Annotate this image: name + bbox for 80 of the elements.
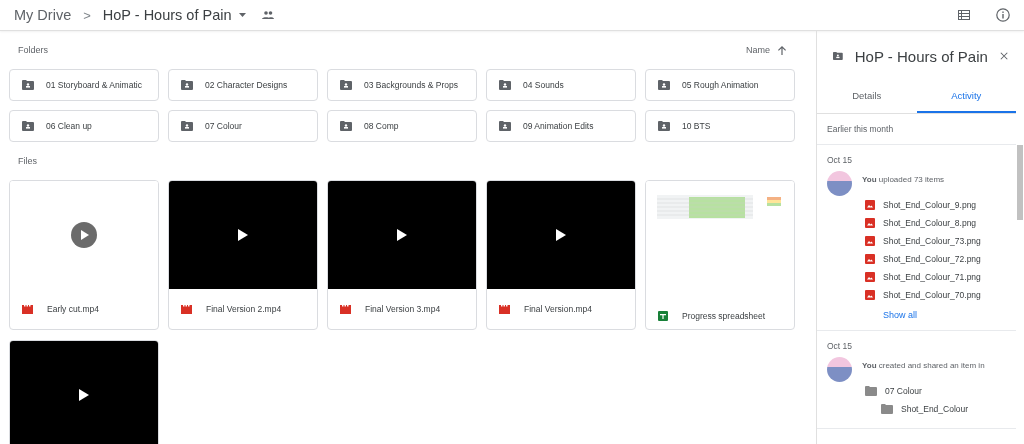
panel-tab[interactable]: Details xyxy=(817,81,917,113)
file-name: Final Version 3.mp4 xyxy=(365,304,441,314)
shared-folder-icon xyxy=(499,121,511,131)
shared-folder-icon xyxy=(658,80,670,90)
shared-folder-icon xyxy=(833,51,843,61)
shared-folder-icon xyxy=(181,121,193,131)
arrow-up-icon[interactable] xyxy=(778,45,786,55)
people-icon xyxy=(262,11,275,19)
play-icon[interactable] xyxy=(79,389,89,401)
panel-tab[interactable]: Activity xyxy=(916,81,1016,113)
video-file-icon xyxy=(499,304,510,314)
activity-text: You created and shared an item in xyxy=(862,360,985,372)
shared-folder-icon xyxy=(658,121,670,131)
folder-card[interactable]: 07 Colour xyxy=(168,110,318,142)
file-card[interactable]: Progress spreadsheet xyxy=(645,180,795,330)
file-name: Final Version.mp4 xyxy=(524,304,593,314)
file-card[interactable]: Final Version.mp4 xyxy=(486,180,636,330)
image-file-icon xyxy=(865,218,875,228)
file-card[interactable]: Final Version 3.mp4 xyxy=(327,180,477,330)
avatar xyxy=(827,357,852,382)
panel-title: HoP - Hours of Pain xyxy=(854,47,988,65)
file-name: Final Version 2.mp4 xyxy=(206,304,282,314)
sort-label[interactable]: Name xyxy=(746,45,770,55)
activity-date: Oct 15 xyxy=(827,341,854,351)
video-file-icon xyxy=(22,304,33,314)
image-file-icon xyxy=(865,272,875,282)
folder-icon xyxy=(865,386,877,396)
shared-folder-icon xyxy=(340,121,352,131)
shared-folder-icon xyxy=(22,121,34,131)
activity-item[interactable]: Shot_End_Colour xyxy=(865,400,1006,418)
image-file-icon xyxy=(865,200,875,210)
folder-card[interactable]: 08 Comp xyxy=(327,110,477,142)
activity-item[interactable]: Shot_End_Colour_72.png xyxy=(865,250,1006,268)
activity-item[interactable]: Shot_End_Colour_70.png xyxy=(865,286,1006,304)
section-title: Folders xyxy=(18,45,48,55)
video-file-icon xyxy=(340,304,351,314)
activity-text: You uploaded 73 items xyxy=(862,174,945,186)
file-name: Early cut.mp4 xyxy=(47,304,99,314)
video-file-icon xyxy=(181,304,192,314)
image-file-icon xyxy=(865,236,875,246)
image-file-icon xyxy=(865,290,875,300)
activity-item[interactable]: Shot_End_Colour_9.png xyxy=(865,196,1006,214)
activity-item[interactable]: Shot_End_Colour_73.png xyxy=(865,232,1006,250)
spreadsheet-file-icon xyxy=(658,311,668,321)
play-icon[interactable] xyxy=(556,229,566,241)
folder-card[interactable]: 02 Character Designs xyxy=(168,69,318,101)
activity-item[interactable]: Shot_End_Colour_8.png xyxy=(865,214,1006,232)
file-name: Progress spreadsheet xyxy=(682,311,766,321)
breadcrumb-separator: > xyxy=(83,7,91,23)
folder-card[interactable]: 04 Sounds xyxy=(486,69,636,101)
dropdown-caret-icon[interactable] xyxy=(239,13,247,17)
scrollbar-thumb[interactable] xyxy=(1017,145,1023,220)
folder-card[interactable]: 06 Clean up xyxy=(9,110,159,142)
breadcrumb-link[interactable]: My Drive xyxy=(14,7,72,23)
folder-card[interactable]: 03 Backgrounds & Props xyxy=(327,69,477,101)
avatar xyxy=(827,171,852,196)
play-icon[interactable] xyxy=(397,229,407,241)
shared-folder-icon xyxy=(22,80,34,90)
folder-card[interactable]: 09 Animation Edits xyxy=(486,110,636,142)
shared-folder-icon xyxy=(499,80,511,90)
activity-item[interactable]: 07 Colour xyxy=(865,382,1006,400)
file-card[interactable]: Final Version 2.mp4 xyxy=(168,180,318,330)
file-card[interactable]: Early cut.mp4 xyxy=(9,180,159,330)
activity-date: Oct 15 xyxy=(827,155,854,165)
breadcrumb-current[interactable]: HoP - Hours of Pain xyxy=(102,7,232,23)
folder-card[interactable]: 01 Storyboard & Animatic xyxy=(9,69,159,101)
shared-folder-icon xyxy=(181,80,193,90)
activity-item[interactable]: Shot_End_Colour_71.png xyxy=(865,268,1006,286)
show-all-link[interactable]: Show all xyxy=(865,304,1006,320)
close-icon[interactable] xyxy=(999,51,1008,61)
play-icon[interactable] xyxy=(238,229,248,241)
list-view-icon[interactable] xyxy=(958,10,970,20)
folder-icon xyxy=(881,404,893,414)
info-icon[interactable] xyxy=(996,8,1010,22)
image-file-icon xyxy=(865,254,875,264)
folder-card[interactable]: 05 Rough Animation xyxy=(645,69,795,101)
period-heading: Earlier this month xyxy=(817,114,1016,145)
section-title: Files xyxy=(18,156,37,166)
folder-card[interactable]: 10 BTS xyxy=(645,110,795,142)
shared-folder-icon xyxy=(340,80,352,90)
